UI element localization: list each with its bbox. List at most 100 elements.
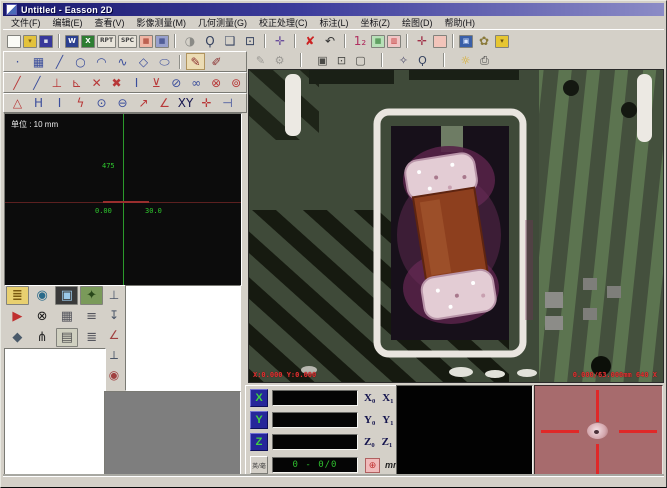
measure-height[interactable]: H xyxy=(29,95,48,112)
list2-icon[interactable]: ≣ xyxy=(80,328,103,347)
zoom-level-button[interactable]: Ϙ xyxy=(414,52,431,68)
measure-depth-icon[interactable]: ↧ xyxy=(105,305,123,325)
polar-toggle-button[interactable]: ⊕ xyxy=(365,458,380,473)
delete-button[interactable]: ✘ xyxy=(301,33,319,50)
laser-pointer-button[interactable]: ✧ xyxy=(395,52,412,68)
light-control-button[interactable]: ☼ xyxy=(457,52,474,68)
zoom-region-button[interactable]: ❑ xyxy=(221,33,239,50)
construct-line-2pt[interactable]: ╱ xyxy=(8,74,26,91)
tool-polygon[interactable]: ◇ xyxy=(134,53,153,70)
save-small-icon[interactable]: ◆ xyxy=(6,328,29,347)
measure-angle[interactable]: ∠ xyxy=(155,95,174,112)
save-button[interactable]: ▪ xyxy=(39,35,53,48)
capture-image-button[interactable]: ▣ xyxy=(314,52,331,68)
display-settings-button[interactable]: ▣ xyxy=(459,35,473,48)
y-one-button[interactable]: Y₁ xyxy=(382,414,393,426)
measure-width[interactable]: I xyxy=(50,95,69,112)
construct-point-line[interactable]: ⊻ xyxy=(147,74,165,91)
x-zero-button[interactable]: X₀ xyxy=(364,392,375,404)
construct-perpendicular[interactable]: ⊥ xyxy=(48,74,66,91)
measure-flash[interactable]: ϟ xyxy=(71,95,90,112)
menu-item-geometry-measure[interactable]: 几何测量(G) xyxy=(192,16,253,29)
export-report-button[interactable]: RPT xyxy=(97,35,116,48)
table-red-button[interactable]: ▦ xyxy=(139,35,153,48)
axis-x-button[interactable]: X xyxy=(250,389,268,407)
tool-arc[interactable]: ◠ xyxy=(92,53,111,70)
tool-curve[interactable]: ∿ xyxy=(113,53,132,70)
nav-graphics-view[interactable]: 单位 : 10 mm 475 0.00 30.0 xyxy=(4,113,242,286)
capture-window-button[interactable]: ▢ xyxy=(352,52,369,68)
tool-circle[interactable]: ○ xyxy=(71,53,90,70)
construct-intersect[interactable]: ✕ xyxy=(88,74,106,91)
construct-distance-i[interactable]: I xyxy=(128,74,146,91)
title-bar[interactable]: Untitled - Easson 2D xyxy=(3,3,664,16)
menu-item-image-measure[interactable]: 影像测量(M) xyxy=(131,16,193,29)
tool-slot[interactable]: ⬭ xyxy=(155,53,174,70)
table-blue-button[interactable]: ▦ xyxy=(155,35,169,48)
open-file-button[interactable]: ▾ xyxy=(23,35,37,48)
tool-point[interactable]: · xyxy=(8,53,27,70)
tripod-icon[interactable]: ⋔ xyxy=(31,328,54,347)
construct-circle-tangent[interactable]: ⊗ xyxy=(207,74,225,91)
capture-region-button[interactable]: ⊡ xyxy=(333,52,350,68)
list-small-icon[interactable]: ≡ xyxy=(80,307,103,326)
menu-item-draw[interactable]: 绘图(D) xyxy=(396,16,439,29)
x-one-button[interactable]: X₁ xyxy=(382,392,393,404)
axis-y-button[interactable]: Y xyxy=(250,411,268,429)
measure-origin-icon[interactable]: ◉ xyxy=(105,365,123,385)
measure-jump[interactable]: ↗ xyxy=(134,95,153,112)
unit-toggle-button[interactable]: 英/毫 xyxy=(250,456,268,474)
menu-item-file[interactable]: 文件(F) xyxy=(5,16,47,29)
notes-icon[interactable]: ≣ xyxy=(6,286,29,305)
measure-circle-angle[interactable]: ⊙ xyxy=(92,95,111,112)
gear-button[interactable]: ⚙ xyxy=(271,52,288,68)
construct-circle-circle[interactable]: ∞ xyxy=(187,74,205,91)
flat-view-button[interactable] xyxy=(433,35,447,48)
measure-height-icon[interactable]: ⊥ xyxy=(105,285,123,305)
camera-view[interactable]: X:0.000 Y:0.000 0.000/63.000mm 640 X xyxy=(248,69,664,383)
measure-xy[interactable]: XY xyxy=(176,95,195,112)
tool-point-grid[interactable]: ▦ xyxy=(29,53,48,70)
menu-item-help[interactable]: 帮助(H) xyxy=(439,16,482,29)
measure-theta[interactable]: ⊖ xyxy=(113,95,132,112)
point-list-button[interactable]: 1₂ xyxy=(351,33,369,50)
grid-green-button[interactable]: ▦ xyxy=(371,35,385,48)
menu-item-edit[interactable]: 编辑(E) xyxy=(47,16,89,29)
menu-item-annotate[interactable]: 标注(L) xyxy=(314,16,355,29)
zoom-fit-button[interactable]: ⊡ xyxy=(241,33,259,50)
render-toggle-button[interactable]: ◑ xyxy=(181,33,199,50)
tool-measure-auto[interactable]: ✐ xyxy=(207,53,226,70)
measure-angle-icon[interactable]: ∠ xyxy=(105,325,123,345)
construct-tangent[interactable]: ⊾ xyxy=(68,74,86,91)
color-settings-button[interactable]: ✿ xyxy=(475,33,493,50)
z-one-button[interactable]: Z₁ xyxy=(382,436,393,448)
export-spc-button[interactable]: SPC xyxy=(118,35,137,48)
new-file-button[interactable] xyxy=(7,35,21,48)
print-button[interactable]: ⎙ xyxy=(476,52,493,68)
stop-icon[interactable]: ⊗ xyxy=(31,307,54,326)
menu-item-view[interactable]: 查看(V) xyxy=(89,16,131,29)
axis-z-button[interactable]: Z xyxy=(250,433,268,451)
play-icon[interactable]: ▶ xyxy=(6,307,29,326)
world-icon[interactable]: ◉ xyxy=(31,286,54,305)
export-excel-button[interactable]: X xyxy=(81,35,95,48)
ruler-icon[interactable]: ▤ xyxy=(56,328,79,347)
grid-small-icon[interactable]: ▦ xyxy=(56,307,79,326)
results-list[interactable] xyxy=(4,348,106,476)
construct-circle-line[interactable]: ⊘ xyxy=(167,74,185,91)
menu-item-coordinate[interactable]: 坐标(Z) xyxy=(355,16,397,29)
export-word-button[interactable]: W xyxy=(65,35,79,48)
grid-red-button[interactable]: ▥ xyxy=(387,35,401,48)
z-zero-button[interactable]: Z₀ xyxy=(364,436,375,448)
y-zero-button[interactable]: Y₀ xyxy=(364,414,375,426)
construct-circle-distance[interactable]: ⊚ xyxy=(227,74,245,91)
stage-move-button[interactable]: ✛ xyxy=(271,33,289,50)
tool-measure-manual[interactable]: ✎ xyxy=(186,53,205,70)
tools-icon[interactable]: ✦ xyxy=(80,286,103,305)
menu-item-calibration[interactable]: 校正处理(C) xyxy=(253,16,314,29)
tool-line[interactable]: ╱ xyxy=(50,53,69,70)
camera-icon[interactable]: ▣ xyxy=(55,286,78,305)
undo-button[interactable]: ↶ xyxy=(321,33,339,50)
palette-dropdown-button[interactable]: ▾ xyxy=(495,35,509,48)
crosshair-button[interactable]: ✛ xyxy=(413,33,431,50)
